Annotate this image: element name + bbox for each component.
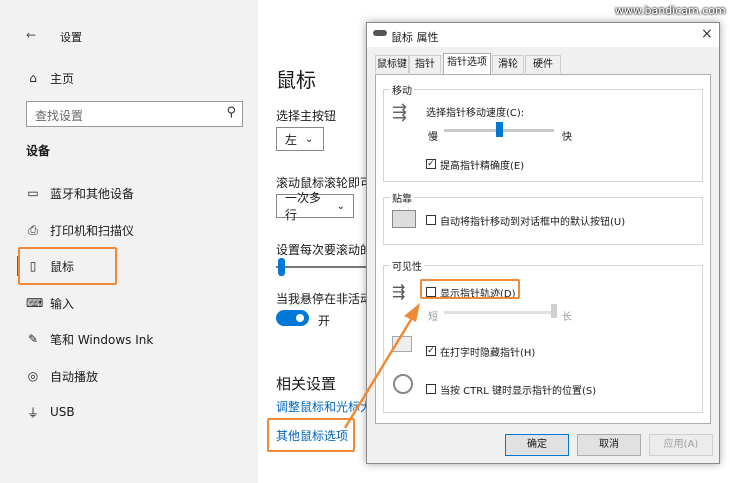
arrow-head (404, 303, 420, 322)
arrow-line (343, 317, 414, 429)
annotation-arrow (343, 303, 420, 429)
